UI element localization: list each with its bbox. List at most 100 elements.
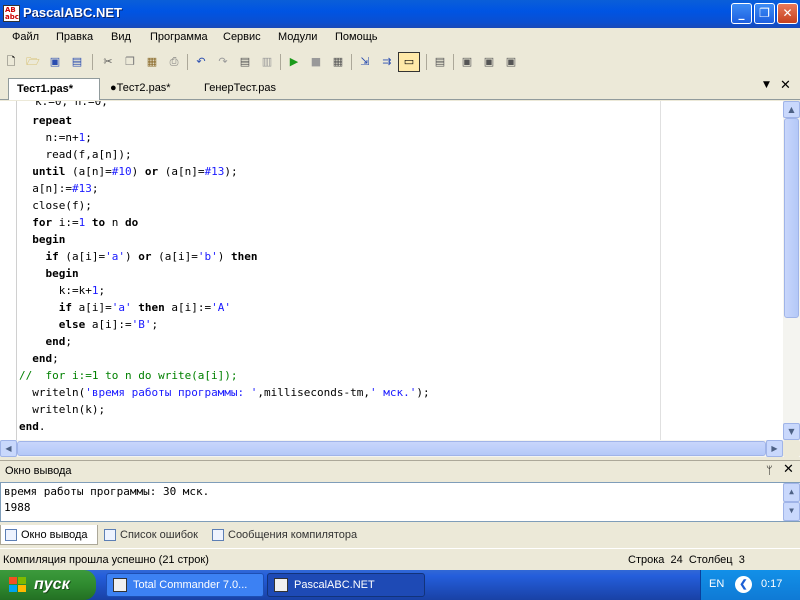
scroll-up-icon[interactable]: ▲ [783, 483, 800, 502]
save-icon[interactable]: ▣ [46, 53, 64, 71]
output-line: 1988 [4, 501, 31, 514]
minimize-button[interactable]: _ [731, 3, 752, 24]
cut-icon[interactable]: ✂ [99, 53, 117, 71]
code-token: then [138, 301, 165, 314]
settings-icon[interactable]: ▣ [502, 53, 520, 71]
code-token: n [105, 216, 125, 229]
tab-compiler-messages[interactable]: Сообщения компилятора [208, 525, 368, 545]
step-over-icon[interactable]: ⇉ [378, 53, 396, 71]
tab-test1[interactable]: Тест1.pas* [8, 78, 100, 100]
start-button[interactable]: пуск [0, 570, 96, 600]
output-window-icon[interactable]: ▭ [398, 52, 420, 72]
code-line: n:=n+1; [19, 129, 91, 146]
tab-genertest[interactable]: ГенерТест.pas [196, 78, 294, 100]
code-line: else a[i]:='B'; [19, 316, 158, 333]
chevron-down-icon[interactable]: ▼ [763, 80, 770, 90]
print-icon[interactable]: ⎙ [165, 53, 183, 71]
code-token: if [45, 250, 59, 263]
code-line: end. [19, 418, 46, 435]
code-token: ' мск.' [370, 386, 417, 399]
scroll-left-icon[interactable]: ◀ [0, 440, 17, 457]
total-commander-icon [113, 578, 127, 592]
scrollbar-thumb[interactable] [17, 441, 766, 456]
code-token: ; [91, 182, 99, 195]
stop-icon[interactable]: ■ [307, 53, 325, 71]
step-into-icon[interactable]: ⇲ [356, 53, 374, 71]
project-icon[interactable]: ▣ [480, 53, 498, 71]
close-button[interactable]: ✕ [777, 3, 798, 24]
code-token: ); [416, 386, 430, 399]
output-line: время работы программы: 30 мск. [4, 485, 210, 498]
code-token: writeln(k); [19, 403, 106, 416]
code-line-partial: k:=0; n:=0; [35, 101, 108, 108]
code-token: ; [98, 284, 106, 297]
code-token: (a[n]= [65, 165, 112, 178]
module-icon[interactable]: ▣ [458, 53, 476, 71]
code-token: // for i:=1 to n do write(a[i]); [19, 369, 238, 382]
stop-debug-icon[interactable]: ▥ [258, 53, 276, 71]
language-indicator[interactable]: EN [709, 578, 724, 590]
code-area[interactable]: k:=0; n:=0; repeat n:=n+1; read(f,a[n]);… [19, 101, 779, 440]
code-token: k:=k+ [19, 284, 92, 297]
compile-icon[interactable]: ▦ [329, 53, 347, 71]
pin-icon[interactable]: ᛘ [766, 464, 773, 477]
debug-icon[interactable]: ▤ [236, 53, 254, 71]
close-icon[interactable]: ✕ [783, 462, 794, 477]
code-token: ; [65, 335, 72, 348]
close-tab-icon[interactable]: ✕ [780, 78, 791, 93]
menu-help[interactable]: Помощь [335, 31, 378, 43]
code-token: a[i]:= [85, 318, 132, 331]
menu-service[interactable]: Сервис [223, 31, 261, 43]
redo-icon[interactable]: ↷ [214, 53, 232, 71]
right-margin-line [660, 101, 661, 440]
property-icon[interactable]: ▤ [431, 53, 449, 71]
menu-edit[interactable]: Правка [56, 31, 93, 43]
bottom-panel-tabs: Окно вывода Список ошибок Сообщения комп… [0, 524, 800, 546]
scrollbar-thumb[interactable] [784, 118, 799, 318]
taskbar-item-pascalabc[interactable]: PascalABC.NET [267, 573, 425, 597]
code-token: 'время работы программы: ' [85, 386, 258, 399]
cursor-position: Строка 24 Столбец 3 [628, 554, 745, 566]
new-icon[interactable]: 🗋 [2, 53, 20, 71]
editor-tabs: Тест1.pas* ●Тест2.pas* ГенерТест.pas ▼ ✕ [0, 77, 800, 100]
tab-output[interactable]: Окно вывода [0, 525, 98, 545]
tray-app-icon[interactable]: ❮ [735, 576, 752, 593]
clock[interactable]: 0:17 [761, 578, 782, 590]
open-icon[interactable]: 🗁 [24, 53, 42, 71]
scroll-up-icon[interactable]: ▲ [783, 101, 800, 118]
scroll-down-icon[interactable]: ▼ [783, 502, 800, 521]
pascalabc-icon [274, 578, 288, 592]
menu-file[interactable]: Файл [12, 31, 39, 43]
vertical-scrollbar[interactable]: ▲ ▼ [783, 101, 800, 440]
scroll-right-icon[interactable]: ▶ [766, 440, 783, 457]
taskbar-item-total-commander[interactable]: Total Commander 7.0... [106, 573, 264, 597]
menu-modules[interactable]: Модули [278, 31, 317, 43]
code-editor[interactable]: k:=0; n:=0; repeat n:=n+1; read(f,a[n]);… [0, 101, 800, 457]
title-bar[interactable]: AB abc PascalABC.NET _ ❐ ✕ [0, 0, 800, 28]
save-all-icon[interactable]: ▤ [68, 53, 86, 71]
tab-test2[interactable]: ●Тест2.pas* [102, 78, 188, 100]
paste-icon[interactable]: ▦ [143, 53, 161, 71]
menu-view[interactable]: Вид [111, 31, 131, 43]
vertical-scrollbar[interactable]: ▲ ▼ [783, 483, 800, 521]
code-token: 'b' [197, 250, 218, 263]
scroll-down-icon[interactable]: ▼ [783, 423, 800, 440]
output-header: Окно вывода ᛘ ✕ [0, 460, 800, 482]
run-icon[interactable]: ▶ [285, 53, 303, 71]
horizontal-scrollbar[interactable]: ◀ ▶ [0, 440, 783, 457]
output-window[interactable]: время работы программы: 30 мск. 1988 ▲ ▼ [0, 482, 800, 522]
copy-icon[interactable]: ❐ [121, 53, 139, 71]
code-token: (a[n]= [158, 165, 205, 178]
status-bar: Компиляция прошла успешно (21 строк) Стр… [0, 548, 800, 570]
tab-errors[interactable]: Список ошибок [100, 525, 208, 545]
menu-program[interactable]: Программа [150, 31, 208, 43]
code-line: close(f); [19, 197, 92, 214]
code-token: writeln( [19, 386, 86, 399]
code-token: 'a' [111, 301, 132, 314]
undo-icon[interactable]: ↶ [192, 53, 210, 71]
code-line: repeat [19, 112, 72, 129]
restore-button[interactable]: ❐ [754, 3, 775, 24]
